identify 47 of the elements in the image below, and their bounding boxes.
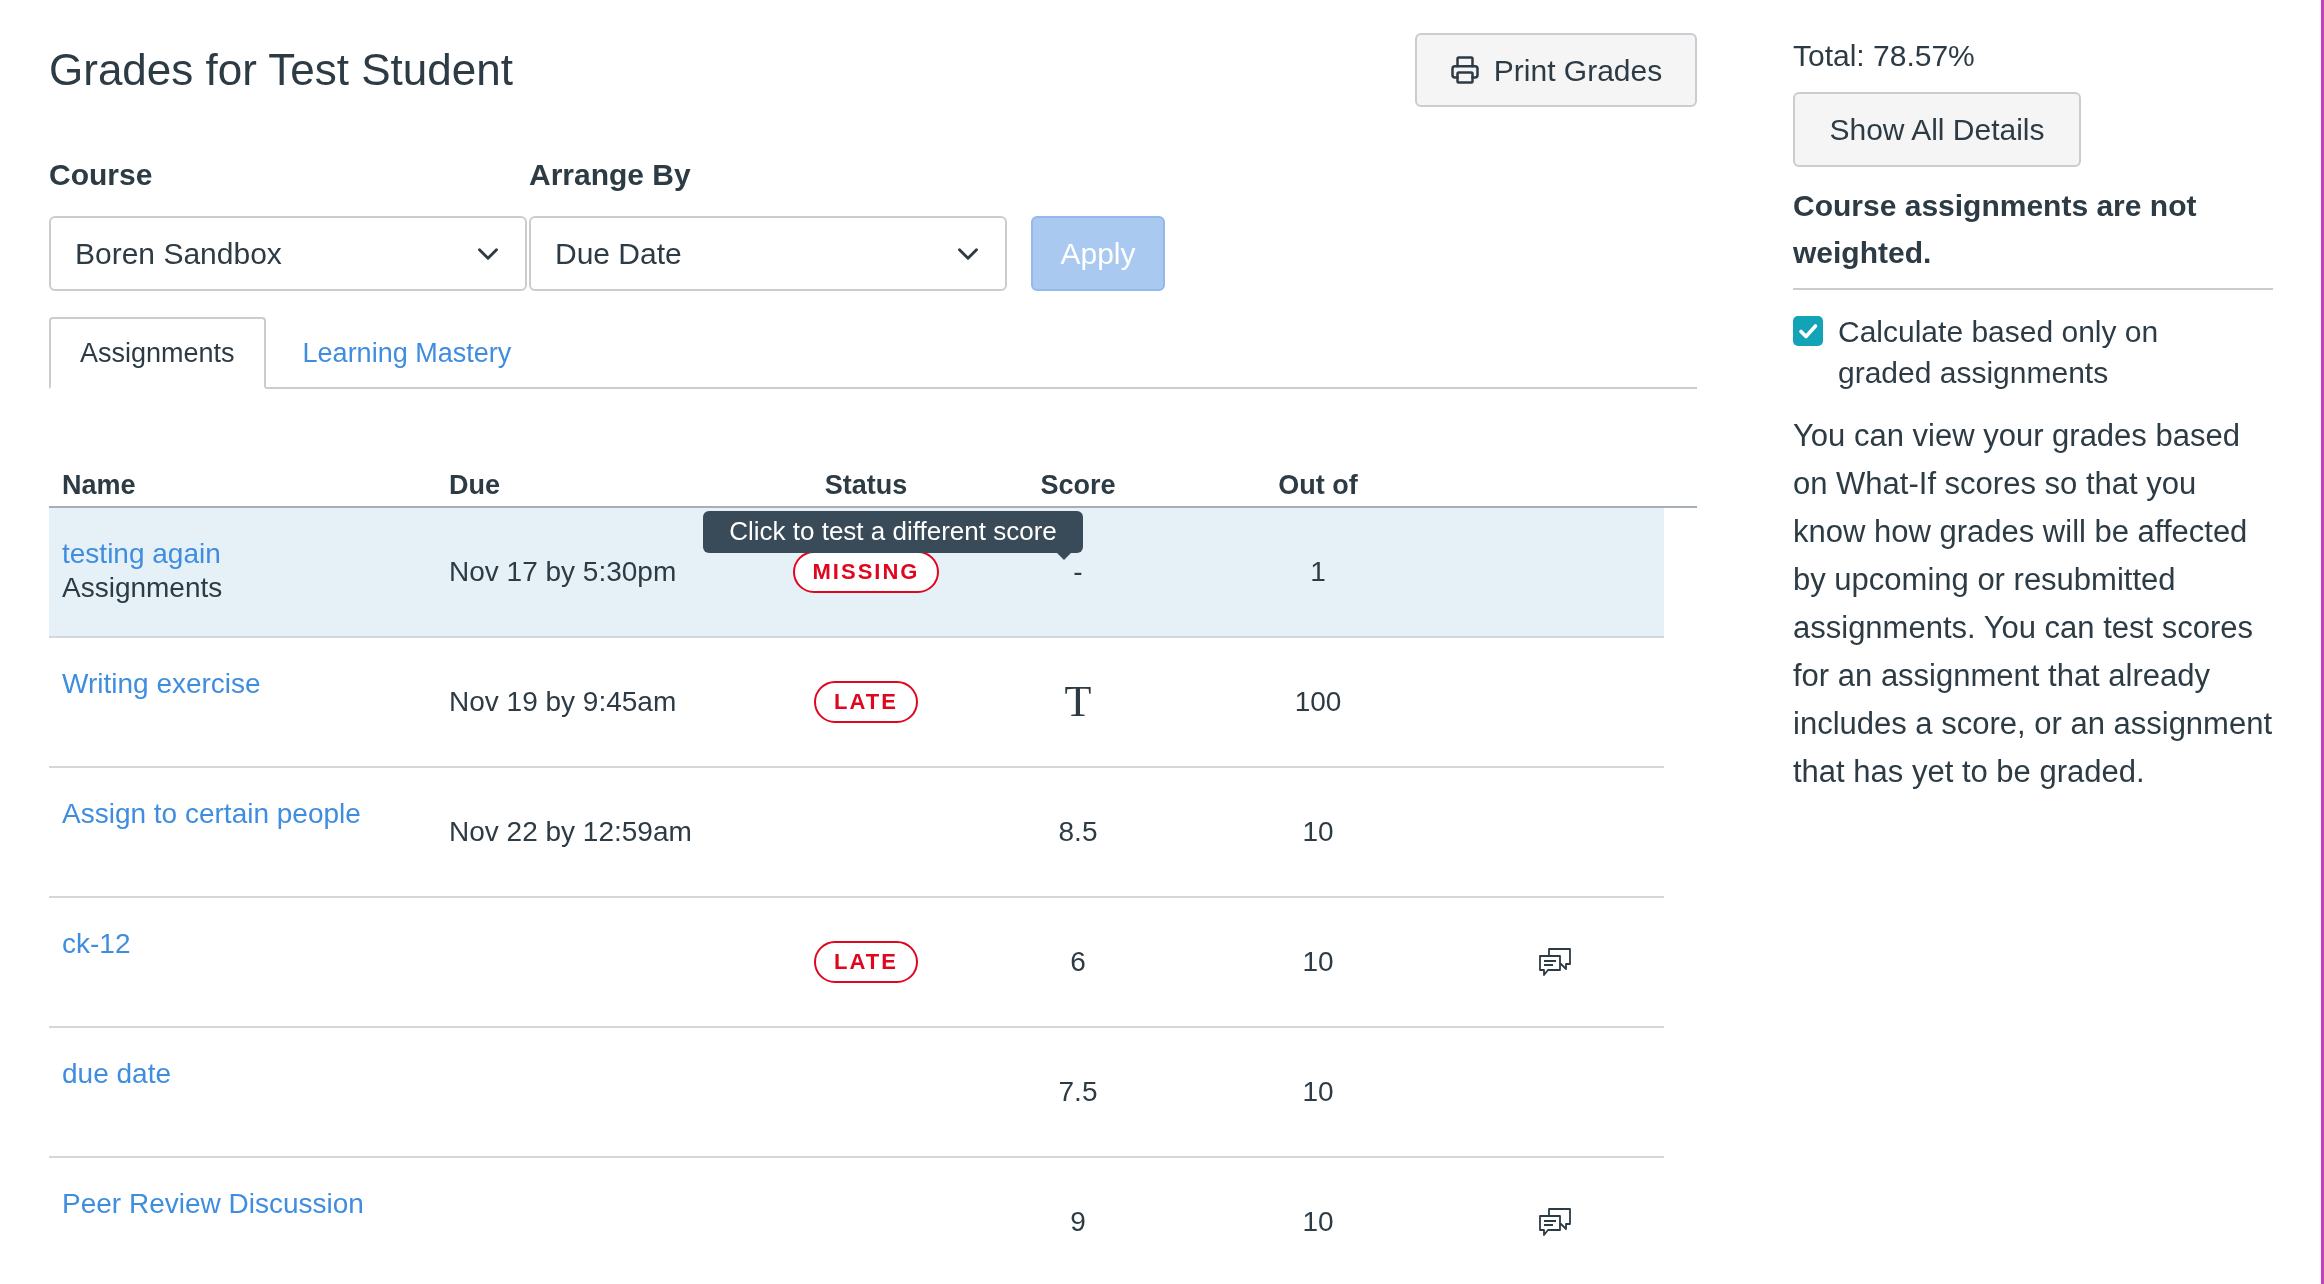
score-text: 7.5 [1058,1074,1098,1109]
checkbox-label: Calculate based only on graded assignments [1838,314,2160,391]
assignment-link[interactable]: Assign to certain people [62,796,361,831]
speech-bubbles-icon[interactable] [1538,946,1572,977]
due-date: Nov 22 by 12:59am [449,814,692,849]
show-all-details-button[interactable]: Show All Details [1793,92,2081,167]
assignment-link[interactable]: Peer Review Discussion [62,1186,364,1221]
weighting-note: Course assignments are not weighted. [1793,188,2198,271]
column-header: Due [448,469,500,502]
printer-icon [1449,55,1480,85]
column-header: Score [1040,469,1116,502]
total-grade: Total: 78.57% [1793,38,1975,74]
help-text: You can view your grades based on What-If scores so that you know how grades will be affected by upcoming or resubmitted assignments. You can test scores for an assignment that already includes a score, or an assignment that has yet to be graded. [1793,417,2273,791]
points-possible: 1 [1310,554,1326,589]
dropdown-select[interactable]: Boren Sandbox [49,216,527,291]
column-header: Out of [1278,469,1358,502]
status-badge: MISSING [792,550,940,593]
assignment-link[interactable]: testing again [62,536,221,571]
checkbox[interactable] [1793,316,1823,346]
letter-t-icon: T [1064,679,1092,724]
field-label: Course [49,160,153,190]
score-text: 8.5 [1058,814,1098,849]
print-grades-button[interactable]: Print Grades [1415,33,1697,107]
points-possible: 10 [1302,814,1334,849]
due-date: Nov 17 by 5:30pm [449,554,677,589]
tab[interactable]: Assignments [49,317,266,389]
points-possible: 10 [1302,944,1334,979]
tab[interactable]: Learning Mastery [271,317,543,389]
tooltip: Click to test a different score [703,510,1083,560]
speech-bubbles-icon[interactable] [1538,1206,1572,1237]
status-badge: LATE [814,940,918,983]
column-header: Status [824,469,908,502]
due-date: Nov 19 by 9:45am [449,684,677,719]
assignment-link[interactable]: ck-12 [62,926,131,961]
dropdown-select[interactable]: Due Date [529,216,1007,291]
assignment-link[interactable]: due date [62,1056,171,1091]
assignment-group: Assignments [62,570,223,605]
points-possible: 10 [1302,1204,1334,1239]
page-title: Grades for Test Student [49,44,513,96]
field-label: Arrange By [529,160,691,190]
column-header: Name [61,469,136,502]
score-text: 6 [1070,944,1086,979]
assignment-link[interactable]: Writing exercise [62,666,261,701]
points-possible: 100 [1294,684,1342,719]
status-badge: LATE [814,680,918,723]
score-text: 9 [1070,1204,1086,1239]
points-possible: 10 [1302,1074,1334,1109]
